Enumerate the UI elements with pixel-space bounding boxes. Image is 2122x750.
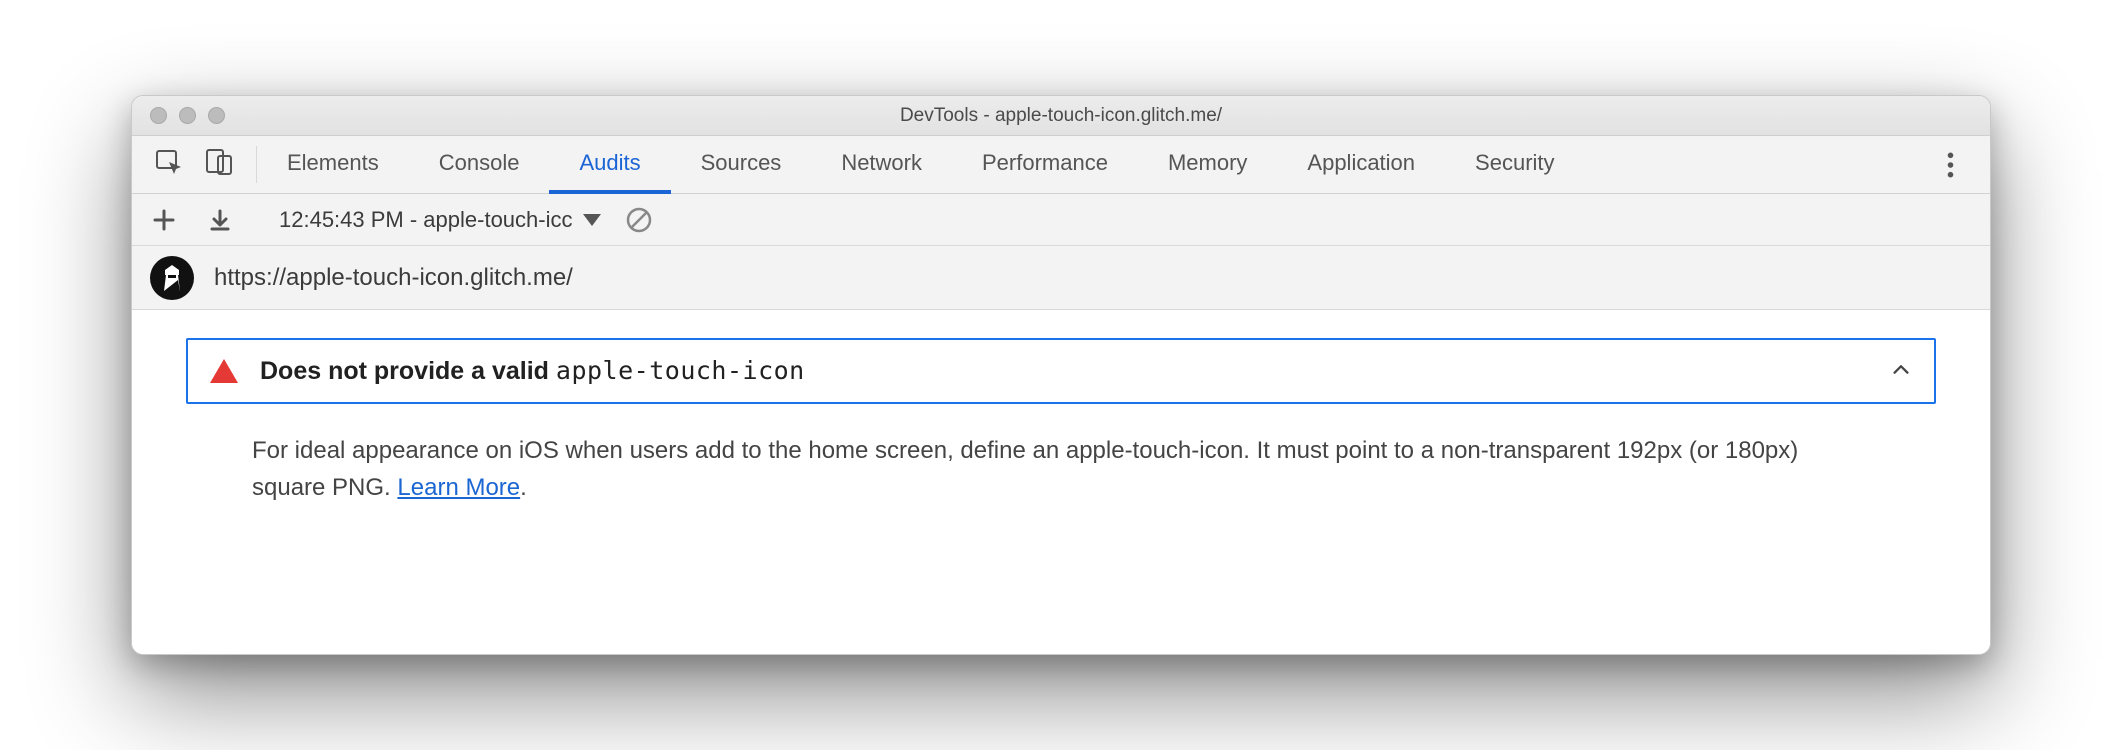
- audited-url: https://apple-touch-icon.glitch.me/: [214, 264, 573, 292]
- window-title: DevTools - apple-touch-icon.glitch.me/: [132, 105, 1990, 127]
- tab-label: Console: [439, 150, 520, 176]
- titlebar: DevTools - apple-touch-icon.glitch.me/: [132, 96, 1990, 136]
- tab-performance[interactable]: Performance: [952, 136, 1138, 194]
- tab-label: Memory: [1168, 150, 1247, 176]
- audit-item[interactable]: Does not provide a valid apple-touch-ico…: [186, 338, 1936, 404]
- tab-label: Audits: [579, 150, 640, 176]
- audit-content: Does not provide a valid apple-touch-ico…: [132, 310, 1990, 654]
- audit-description-tail: .: [520, 474, 527, 501]
- chevron-down-icon: [583, 214, 601, 226]
- tab-network[interactable]: Network: [811, 136, 952, 194]
- device-toggle-icon[interactable]: [204, 147, 234, 182]
- learn-more-link[interactable]: Learn More: [397, 474, 520, 501]
- tab-label: Application: [1307, 150, 1415, 176]
- inspect-element-icon[interactable]: [154, 147, 184, 182]
- download-report-button[interactable]: [202, 202, 238, 238]
- tab-label: Network: [841, 150, 922, 176]
- audit-title: Does not provide a valid apple-touch-ico…: [260, 356, 805, 386]
- tab-elements[interactable]: Elements: [257, 136, 409, 194]
- tab-security[interactable]: Security: [1445, 136, 1584, 194]
- audit-url-bar: https://apple-touch-icon.glitch.me/: [132, 246, 1990, 310]
- report-selector-label: 12:45:43 PM - apple-touch-icc: [279, 207, 573, 233]
- tab-application[interactable]: Application: [1277, 136, 1445, 194]
- fail-triangle-icon: [210, 359, 238, 383]
- more-menu-button[interactable]: [1919, 136, 1982, 193]
- zoom-window-button[interactable]: [208, 107, 225, 124]
- audits-toolbar: 12:45:43 PM - apple-touch-icc: [132, 194, 1990, 246]
- minimize-window-button[interactable]: [179, 107, 196, 124]
- audit-description: For ideal appearance on iOS when users a…: [186, 404, 1826, 506]
- devtools-tabs: Elements Console Audits Sources Network …: [257, 136, 1585, 193]
- chevron-up-icon[interactable]: [1890, 358, 1912, 385]
- audit-title-text: Does not provide a valid: [260, 357, 556, 385]
- tab-console[interactable]: Console: [409, 136, 550, 194]
- close-window-button[interactable]: [150, 107, 167, 124]
- tab-label: Performance: [982, 150, 1108, 176]
- new-audit-button[interactable]: [146, 202, 182, 238]
- devtools-tabstrip: Elements Console Audits Sources Network …: [132, 136, 1990, 194]
- traffic-lights: [132, 107, 225, 124]
- tab-memory[interactable]: Memory: [1138, 136, 1277, 194]
- report-selector[interactable]: 12:45:43 PM - apple-touch-icc: [279, 207, 601, 233]
- lighthouse-icon: [150, 256, 194, 300]
- tab-audits[interactable]: Audits: [549, 136, 670, 194]
- clear-report-button[interactable]: [621, 202, 657, 238]
- tab-label: Sources: [701, 150, 782, 176]
- tab-label: Elements: [287, 150, 379, 176]
- audit-title-code: apple-touch-icon: [556, 356, 805, 385]
- devtools-window: DevTools - apple-touch-icon.glitch.me/: [131, 95, 1991, 655]
- tab-sources[interactable]: Sources: [671, 136, 812, 194]
- tab-label: Security: [1475, 150, 1554, 176]
